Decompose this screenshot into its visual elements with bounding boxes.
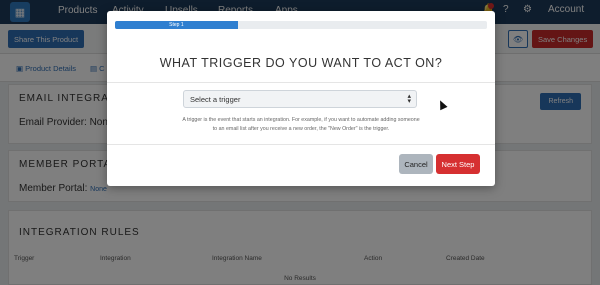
trigger-select-value: Select a trigger bbox=[190, 95, 241, 104]
trigger-modal: Step 1 WHAT TRIGGER DO YOU WANT TO ACT O… bbox=[107, 11, 495, 186]
next-step-button[interactable]: Next Step bbox=[436, 154, 480, 174]
cancel-button[interactable]: Cancel bbox=[399, 154, 433, 174]
modal-divider-bottom bbox=[107, 144, 495, 145]
step-progress-bar: Step 1 bbox=[115, 21, 487, 29]
trigger-help-text: A trigger is the event that starts an in… bbox=[182, 117, 420, 132]
step-progress-fill: Step 1 bbox=[115, 21, 238, 29]
modal-title: WHAT TRIGGER DO YOU WANT TO ACT ON? bbox=[159, 56, 443, 70]
select-caret-icon: ▴ ▾ bbox=[407, 93, 411, 105]
trigger-select[interactable]: Select a trigger ▴ ▾ bbox=[183, 90, 417, 108]
modal-divider-top bbox=[107, 82, 495, 83]
